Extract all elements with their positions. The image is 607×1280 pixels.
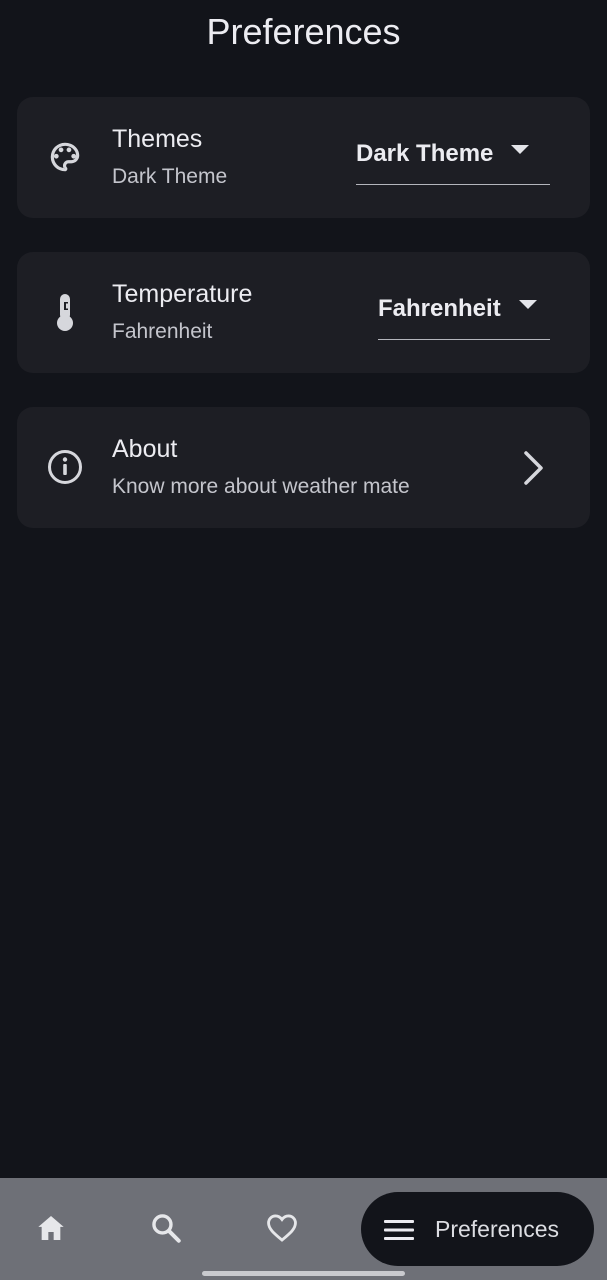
info-icon — [45, 447, 85, 487]
temperature-label: Temperature — [112, 280, 253, 308]
page-title: Preferences — [206, 11, 401, 52]
temperature-dropdown-value: Fahrenheit — [378, 295, 501, 322]
nav-preferences[interactable]: Preferences — [361, 1192, 594, 1266]
temperature-setting-card: Temperature Fahrenheit Fahrenheit — [17, 252, 590, 373]
preferences-screen: Preferences Themes Dark Theme Dark Theme — [0, 0, 607, 1280]
chevron-right-icon — [524, 451, 543, 485]
about-setting-card[interactable]: About Know more about weather mate — [17, 407, 590, 528]
home-icon — [38, 1216, 64, 1240]
bottom-navigation-bar: Preferences — [0, 1178, 607, 1280]
themes-label: Themes — [112, 125, 203, 153]
gesture-handle[interactable] — [202, 1271, 405, 1276]
nav-search[interactable] — [144, 1206, 188, 1250]
theme-dropdown[interactable]: Dark Theme — [356, 137, 550, 185]
search-icon — [152, 1214, 181, 1243]
caret-down-icon — [518, 300, 537, 309]
menu-icon — [384, 1220, 414, 1240]
temperature-subtitle: Fahrenheit — [112, 320, 213, 343]
themes-subtitle: Dark Theme — [112, 165, 228, 188]
palette-icon — [45, 137, 85, 177]
nav-home[interactable] — [29, 1206, 73, 1250]
about-label: About — [112, 435, 178, 463]
about-subtitle: Know more about weather mate — [112, 475, 410, 498]
caret-down-icon — [511, 145, 530, 154]
thermometer-icon — [45, 292, 85, 332]
nav-favorites[interactable] — [260, 1206, 304, 1250]
temperature-dropdown[interactable]: Fahrenheit — [378, 292, 550, 340]
themes-setting-card: Themes Dark Theme Dark Theme — [17, 97, 590, 218]
theme-dropdown-value: Dark Theme — [356, 140, 494, 167]
nav-preferences-label: Preferences — [435, 1215, 560, 1242]
heart-icon — [267, 1214, 297, 1242]
